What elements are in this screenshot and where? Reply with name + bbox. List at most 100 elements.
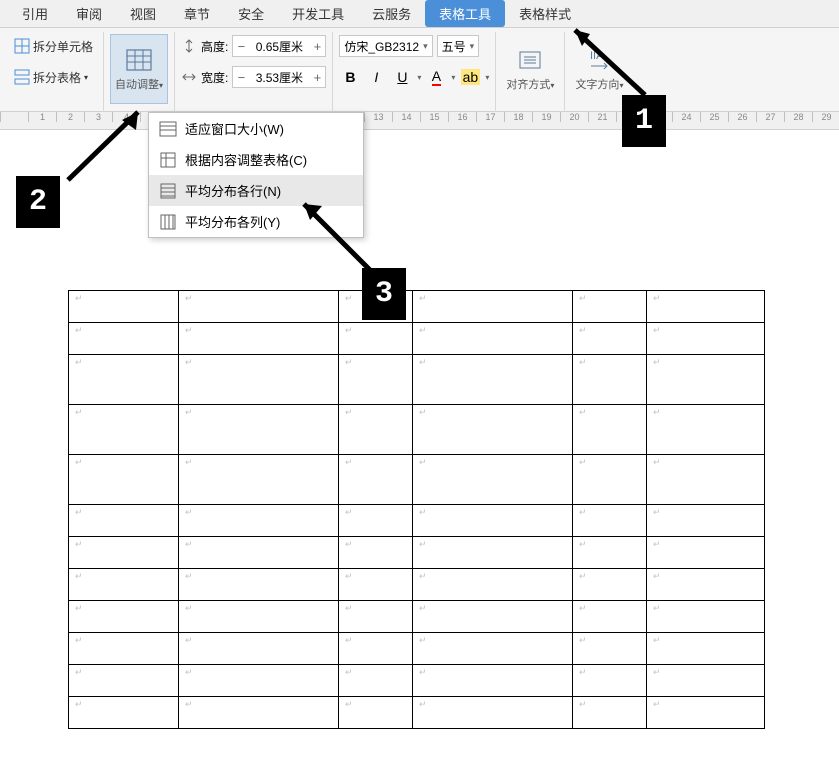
ruler-tick: 19 [532, 112, 560, 122]
font-name-value: 仿宋_GB2312 [344, 38, 419, 55]
ruler-tick: 14 [392, 112, 420, 122]
font-size-select[interactable]: 五号 ▾ [437, 35, 480, 57]
menu-quote[interactable]: 引用 [8, 0, 62, 27]
table-row[interactable] [69, 355, 765, 405]
menu-chapter[interactable]: 章节 [170, 0, 224, 27]
ruler-tick: 26 [728, 112, 756, 122]
fit-window-label: 适应窗口大小(W) [185, 119, 284, 138]
width-input-group: − + [232, 66, 326, 88]
ruler-tick: 2 [56, 112, 84, 122]
text-direction-button[interactable]: IIA 文字方向▾ [571, 34, 627, 104]
chevron-down-icon: ▾ [159, 81, 163, 90]
underline-button[interactable]: U [391, 66, 413, 88]
ruler-tick: 4 [112, 112, 140, 122]
chevron-down-icon: ▾ [84, 73, 88, 82]
text-direction-icon: IIA [585, 46, 613, 74]
split-table-icon [14, 69, 30, 85]
fit-window-item[interactable]: 适应窗口大小(W) [149, 113, 363, 144]
toolbar-group-align: 对齐方式▾ [496, 32, 565, 112]
split-table-label: 拆分表格 [33, 69, 81, 86]
distribute-cols-icon [159, 213, 177, 231]
menu-security[interactable]: 安全 [224, 0, 278, 27]
ruler-tick: 18 [504, 112, 532, 122]
table-row[interactable] [69, 455, 765, 505]
width-icon [181, 69, 197, 85]
width-input[interactable] [249, 67, 309, 87]
ruler-tick: 15 [420, 112, 448, 122]
chevron-down-icon: ▾ [550, 81, 554, 90]
split-cell-button[interactable]: 拆分单元格 [10, 36, 97, 57]
split-table-button[interactable]: 拆分表格 ▾ [10, 67, 92, 88]
chevron-down-icon: ▾ [470, 41, 475, 52]
toolbar: 拆分单元格 拆分表格 ▾ 自动调整▾ 高度: − + [0, 28, 839, 112]
table-row[interactable] [69, 537, 765, 569]
annotation-marker-2: 2 [16, 176, 60, 228]
height-decrement[interactable]: − [233, 39, 249, 54]
menu-table-style[interactable]: 表格样式 [505, 0, 585, 27]
menu-review[interactable]: 审阅 [62, 0, 116, 27]
height-input[interactable] [249, 36, 309, 56]
table-row[interactable] [69, 633, 765, 665]
document-area[interactable] [0, 130, 839, 729]
ruler-tick: 27 [756, 112, 784, 122]
ruler-tick: 25 [700, 112, 728, 122]
bold-button[interactable]: B [339, 66, 361, 88]
font-color-button[interactable]: A [425, 66, 447, 88]
fit-content-item[interactable]: 根据内容调整表格(C) [149, 144, 363, 175]
fit-content-icon [159, 151, 177, 169]
distribute-cols-item[interactable]: 平均分布各列(Y) [149, 206, 363, 237]
table-row[interactable] [69, 601, 765, 633]
table-row[interactable] [69, 323, 765, 355]
text-direction-label: 文字方向▾ [575, 76, 623, 92]
annotation-marker-3: 3 [362, 268, 406, 320]
chevron-down-icon: ▾ [451, 73, 455, 82]
height-label: 高度: [201, 38, 228, 55]
height-icon [181, 38, 197, 54]
distribute-rows-item[interactable]: 平均分布各行(N) [149, 175, 363, 206]
height-increment[interactable]: + [309, 39, 325, 54]
menu-cloud[interactable]: 云服务 [358, 0, 425, 27]
align-button[interactable]: 对齐方式▾ [502, 34, 558, 104]
table-row[interactable] [69, 405, 765, 455]
table-row[interactable] [69, 569, 765, 601]
toolbar-group-size: 高度: − + 宽度: − + [175, 32, 333, 112]
width-label: 宽度: [201, 69, 228, 86]
ruler-tick: 16 [448, 112, 476, 122]
table-row[interactable] [69, 697, 765, 729]
chevron-down-icon: ▾ [423, 41, 428, 52]
height-input-group: − + [232, 35, 326, 57]
toolbar-group-split: 拆分单元格 拆分表格 ▾ [4, 32, 104, 112]
auto-adjust-button[interactable]: 自动调整▾ [110, 34, 168, 104]
auto-adjust-icon [125, 46, 153, 74]
fit-window-icon [159, 120, 177, 138]
table-row[interactable] [69, 665, 765, 697]
split-cell-label: 拆分单元格 [33, 38, 93, 55]
menu-bar: 引用 审阅 视图 章节 安全 开发工具 云服务 表格工具 表格样式 [0, 0, 839, 28]
document-table[interactable] [68, 290, 765, 729]
ruler-tick: 24 [672, 112, 700, 122]
menu-table-tools[interactable]: 表格工具 [425, 0, 505, 27]
distribute-rows-icon [159, 182, 177, 200]
distribute-rows-label: 平均分布各行(N) [185, 181, 281, 200]
table-row[interactable] [69, 505, 765, 537]
menu-devtools[interactable]: 开发工具 [278, 0, 358, 27]
toolbar-group-font: 仿宋_GB2312 ▾ 五号 ▾ B I U ▾ A ▾ ab ▾ [333, 32, 496, 112]
menu-view[interactable]: 视图 [116, 0, 170, 27]
ruler-tick: 17 [476, 112, 504, 122]
ruler-tick [0, 112, 28, 122]
width-increment[interactable]: + [309, 70, 325, 85]
auto-adjust-dropdown: 适应窗口大小(W) 根据内容调整表格(C) 平均分布各行(N) 平均分布各列(Y… [148, 112, 364, 238]
italic-button[interactable]: I [365, 66, 387, 88]
ruler-tick: 29 [812, 112, 839, 122]
align-label: 对齐方式▾ [506, 76, 554, 92]
horizontal-ruler: 1 2 3 4 5 6 7 8 9 10 11 12 13 14 15 16 1… [0, 112, 839, 130]
font-name-select[interactable]: 仿宋_GB2312 ▾ [339, 35, 432, 57]
fit-content-label: 根据内容调整表格(C) [185, 150, 307, 169]
highlight-button[interactable]: ab [459, 66, 481, 88]
ruler-tick: 28 [784, 112, 812, 122]
table-row[interactable] [69, 291, 765, 323]
annotation-marker-1: 1 [622, 95, 666, 147]
width-decrement[interactable]: − [233, 70, 249, 85]
ruler-tick: 13 [364, 112, 392, 122]
font-size-value: 五号 [442, 38, 466, 55]
